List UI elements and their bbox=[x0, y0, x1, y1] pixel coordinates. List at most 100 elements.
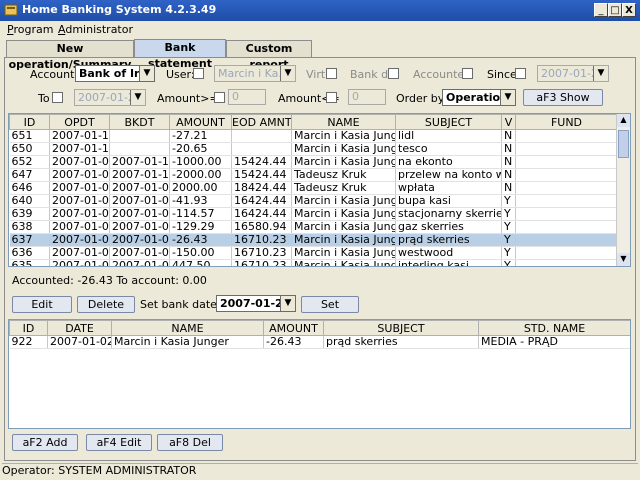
to-checkbox[interactable] bbox=[52, 92, 63, 103]
statement_table-column-header[interactable]: FUND bbox=[515, 114, 618, 130]
detail_table-column-header[interactable]: SUBJECT bbox=[323, 320, 479, 336]
app-icon bbox=[4, 4, 18, 16]
bank-dt-checkbox[interactable] bbox=[388, 68, 399, 79]
table-cell: -2000.00 bbox=[169, 168, 232, 182]
menu-bar: Program Administrator bbox=[0, 21, 640, 39]
order-by-select[interactable]: Operation... ▼ bbox=[442, 89, 516, 106]
since-date-select[interactable]: 2007-01-20 ▼ bbox=[537, 65, 609, 82]
detail_table-column-header[interactable]: ID bbox=[9, 320, 48, 336]
statement_table-column-header[interactable]: V bbox=[501, 114, 516, 130]
table-cell: 651 bbox=[9, 129, 50, 143]
accounted-summary: Accounted: -26.43 To account: 0.00 bbox=[12, 274, 207, 287]
table-cell: bupa kasi bbox=[395, 194, 502, 208]
amount-le-field[interactable]: 0 bbox=[348, 89, 386, 105]
table-cell: na ekonto bbox=[395, 155, 502, 169]
tab-custom-report[interactable]: Custom report bbox=[226, 40, 312, 71]
edit-button[interactable]: Edit bbox=[12, 296, 72, 313]
menu-program[interactable]: Program bbox=[7, 23, 53, 36]
virt-checkbox[interactable] bbox=[326, 68, 337, 79]
minimize-button[interactable]: _ bbox=[594, 3, 608, 17]
tab-new-operation[interactable]: New operation/Summary bbox=[6, 40, 134, 71]
add-button[interactable]: aF2 Add bbox=[12, 434, 78, 451]
statement_table-column-header[interactable]: SUBJECT bbox=[395, 114, 502, 130]
statement_table-column-header[interactable]: EOD AMNT. bbox=[231, 114, 292, 130]
table-cell: 2007-01-02 bbox=[49, 233, 110, 247]
table-row[interactable]: 6472007-01-092007-01-10-2000.0015424.44T… bbox=[9, 168, 618, 182]
table-cell: 2007-01-13 bbox=[49, 129, 110, 143]
bank-date-select[interactable]: 2007-01-20 ▼ bbox=[216, 295, 296, 312]
table-cell: 2007-01-02 bbox=[109, 233, 170, 247]
account-label: Account: bbox=[30, 68, 79, 81]
accounted-checkbox[interactable] bbox=[462, 68, 473, 79]
menu-administrator[interactable]: Administrator bbox=[58, 23, 133, 36]
to-date-select[interactable]: 2007-01-20 ▼ bbox=[74, 89, 146, 106]
delete-button[interactable]: Delete bbox=[77, 296, 135, 313]
table-row[interactable]: 6402007-01-052007-01-05-41.9316424.44Mar… bbox=[9, 194, 618, 208]
table-row[interactable]: 6352007-01-022007-01-02447.5016710.23Mar… bbox=[9, 259, 618, 266]
statement_table-column-header[interactable]: AMOUNT bbox=[169, 114, 232, 130]
table-cell: -20.65 bbox=[169, 142, 232, 156]
table-cell: gaz skerries bbox=[395, 220, 502, 234]
tab-bank-statement[interactable]: Bank statement bbox=[134, 39, 226, 70]
table-cell bbox=[515, 220, 618, 234]
table-cell: Marcin i Kasia Junger bbox=[111, 335, 264, 349]
detail_table-column-header[interactable]: STD. NAME bbox=[478, 320, 630, 336]
amount-ge-checkbox[interactable] bbox=[214, 92, 225, 103]
statement_table-column-header[interactable]: ID bbox=[9, 114, 50, 130]
since-checkbox[interactable] bbox=[515, 68, 526, 79]
table-row[interactable]: 922 2007-01-02 Marcin i Kasia Junger -26.43… bbox=[9, 335, 630, 349]
statement-scrollbar[interactable]: ▲ ▼ bbox=[616, 114, 630, 266]
table-cell: Marcin i Kasia Junger bbox=[291, 259, 396, 266]
table-cell: stacjonarny skerries bbox=[395, 207, 502, 221]
close-button[interactable]: X bbox=[622, 3, 636, 17]
amount-ge-field[interactable]: 0 bbox=[228, 89, 266, 105]
detail-table[interactable]: ID DATE NAME AMOUNT SUBJECT STD. NAME 922 2007… bbox=[8, 319, 631, 429]
table-cell: 2007-01-02 bbox=[49, 246, 110, 260]
account-select[interactable]: Bank of Irel... ▼ bbox=[75, 65, 155, 82]
table-cell: 640 bbox=[9, 194, 50, 208]
scroll-down-icon[interactable]: ▼ bbox=[617, 253, 630, 266]
set-button[interactable]: Set bbox=[301, 296, 359, 313]
delete-entry-button[interactable]: aF8 Del bbox=[157, 434, 223, 451]
detail_table-column-header[interactable]: AMOUNT bbox=[263, 320, 324, 336]
table-cell: westwood bbox=[395, 246, 502, 260]
title-bar: Home Banking System 4.2.3.49 _ □ X bbox=[0, 0, 640, 21]
show-button[interactable]: aF3 Show bbox=[523, 89, 603, 106]
table-cell: tesco bbox=[395, 142, 502, 156]
detail_table-column-header[interactable]: NAME bbox=[111, 320, 264, 336]
table-cell: 2007-01-04 bbox=[109, 220, 170, 234]
statement-table[interactable]: ID OPDT BKDT AMOUNT EOD AMNT. NAME SUBJECT V FUN… bbox=[8, 113, 631, 267]
table-row[interactable]: 6392007-01-052007-01-05-114.5716424.44Ma… bbox=[9, 207, 618, 221]
table-row[interactable]: 6462007-01-092007-01-092000.0018424.44Ta… bbox=[9, 181, 618, 195]
since-label: Since bbox=[487, 68, 517, 81]
table-cell: 2000.00 bbox=[169, 181, 232, 195]
user-checkbox[interactable] bbox=[193, 68, 204, 79]
table-cell bbox=[515, 155, 618, 169]
maximize-button[interactable]: □ bbox=[608, 3, 622, 17]
scroll-thumb[interactable] bbox=[618, 130, 629, 158]
scroll-up-icon[interactable]: ▲ bbox=[617, 114, 630, 127]
statement_table-column-header[interactable]: BKDT bbox=[109, 114, 170, 130]
table-row[interactable]: 6382007-01-042007-01-04-129.2916580.94Ma… bbox=[9, 220, 618, 234]
table-row[interactable]: 6372007-01-022007-01-02-26.4316710.23Mar… bbox=[9, 233, 618, 247]
table-cell bbox=[231, 129, 292, 143]
table-cell: -41.93 bbox=[169, 194, 232, 208]
table-cell: wpłata bbox=[395, 181, 502, 195]
table-row[interactable]: 6522007-01-092007-01-10-1000.0015424.44M… bbox=[9, 155, 618, 169]
table-cell: Tadeusz Kruk bbox=[291, 168, 396, 182]
detail_table-column-header[interactable]: DATE bbox=[47, 320, 112, 336]
statement_table-column-header[interactable]: OPDT bbox=[49, 114, 110, 130]
amount-le-checkbox[interactable] bbox=[326, 92, 337, 103]
table-cell: -114.57 bbox=[169, 207, 232, 221]
table-row[interactable]: 6512007-01-13 -27.21 Marcin i Kasia Junger… bbox=[9, 129, 618, 143]
table-row[interactable]: 6362007-01-022007-01-02-150.0016710.23Ma… bbox=[9, 246, 618, 260]
table-cell: 2007-01-09 bbox=[49, 181, 110, 195]
table-cell bbox=[109, 142, 170, 156]
table-cell bbox=[515, 259, 618, 266]
user-select[interactable]: Marcin i Ka... ▼ bbox=[214, 65, 296, 82]
statement_table-column-header[interactable]: NAME bbox=[291, 114, 396, 130]
chevron-down-icon: ▼ bbox=[500, 90, 515, 105]
table-cell: 18424.44 bbox=[231, 181, 292, 195]
edit-entry-button[interactable]: aF4 Edit bbox=[86, 434, 152, 451]
table-row[interactable]: 6502007-01-13 -20.65 Marcin i Kasia Junger… bbox=[9, 142, 618, 156]
